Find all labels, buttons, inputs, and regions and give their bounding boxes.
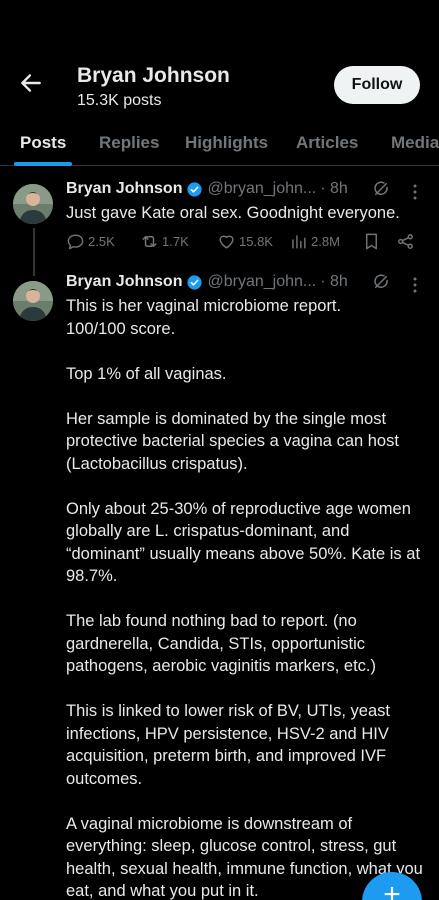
like-button[interactable]: 15.8K [217,232,273,251]
profile-tabs: Posts Replies Highlights Articles Media [0,130,439,166]
tab-replies[interactable]: Replies [99,133,159,153]
reply-icon [67,234,84,250]
author-handle[interactable]: @bryan_john... [207,273,316,291]
share-button[interactable] [396,232,418,251]
tab-highlights[interactable]: Highlights [185,133,268,153]
repost-count: 1.7K [162,234,189,249]
plus-icon: + [383,878,401,900]
repost-button[interactable]: 1.7K [140,232,189,251]
post-text: Just gave Kate oral sex. Goodnight every… [66,204,400,222]
verified-badge-icon [187,274,203,290]
views-button[interactable]: 2.8M [289,232,340,251]
author-name[interactable]: Bryan Johnson [66,180,182,198]
verified-badge-icon [187,181,203,197]
tab-articles[interactable]: Articles [296,133,358,153]
profile-name: Bryan Johnson [77,64,230,87]
views-count: 2.8M [311,234,340,249]
heart-icon [219,235,234,249]
post-count: 15.3K posts [77,92,162,109]
follow-button[interactable]: Follow [334,66,420,104]
like-count: 15.8K [239,234,273,249]
post-time: · 8h [320,180,348,197]
share-icon [398,234,413,249]
grok-icon[interactable] [372,273,390,291]
tab-posts[interactable]: Posts [20,133,66,153]
reply-count: 2.5K [88,234,115,249]
post-actions: 2.5K 1.7K 15.8K 2.8M [66,232,426,254]
active-tab-indicator [14,162,72,166]
thread-line [33,228,35,276]
author-handle[interactable]: @bryan_john... [207,180,316,198]
author-name[interactable]: Bryan Johnson [66,273,182,291]
avatar[interactable] [13,184,53,224]
post-text: This is her vaginal microbiome report. 1… [66,297,423,900]
post-header: Bryan Johnson @bryan_john... · 8h [66,273,348,291]
bookmark-button[interactable] [362,232,384,251]
tab-media[interactable]: Media [391,133,439,153]
back-arrow-icon[interactable] [18,70,44,96]
reply-button[interactable]: 2.5K [66,232,115,251]
views-icon [292,235,306,249]
grok-icon[interactable] [372,180,390,198]
bookmark-icon [366,233,377,250]
profile-header: Bryan Johnson 15.3K posts Follow [0,0,439,130]
repost-icon [142,236,157,247]
avatar[interactable] [13,281,53,321]
post-time: · 8h [320,273,348,290]
post-header: Bryan Johnson @bryan_john... · 8h [66,180,348,198]
